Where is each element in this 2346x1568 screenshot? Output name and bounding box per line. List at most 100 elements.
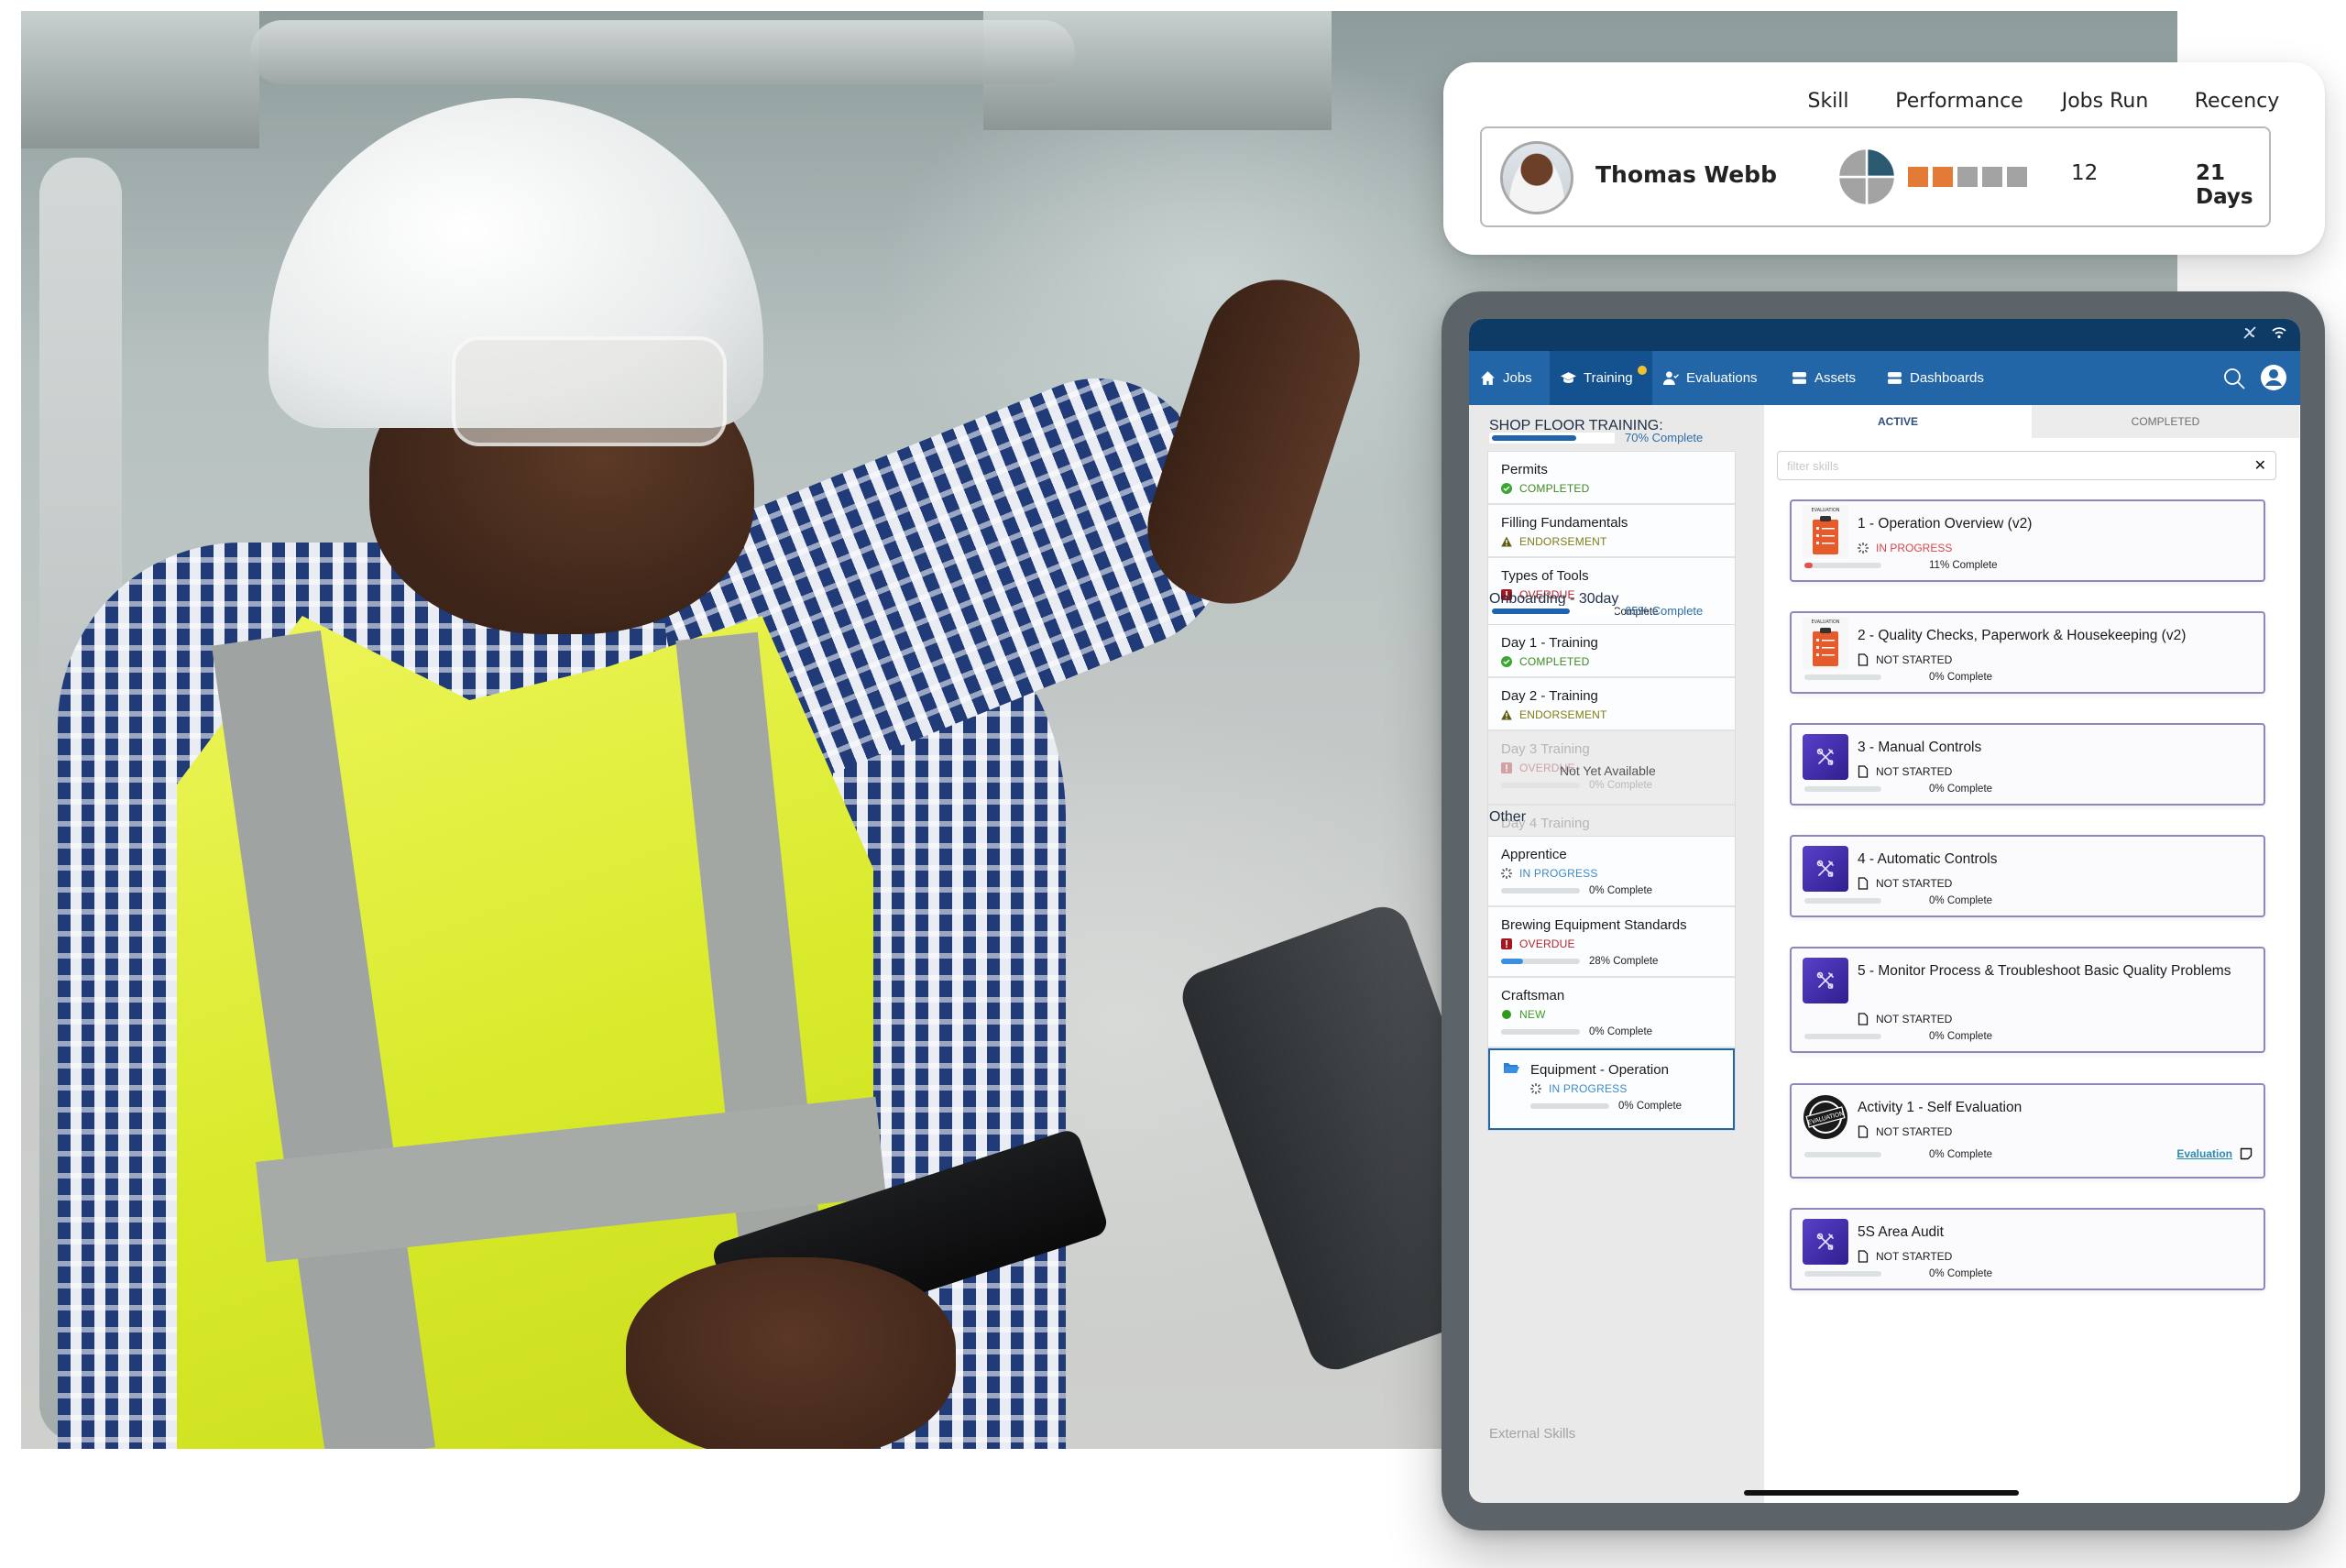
- skill-card[interactable]: EVALUATION Activity 1 - Self Evaluation NO…: [1790, 1083, 2265, 1179]
- progress-track: [1501, 783, 1580, 788]
- svg-text:EVALUATION: EVALUATION: [1811, 620, 1839, 625]
- warning-icon: [1501, 536, 1512, 547]
- document-icon: [1858, 1250, 1869, 1263]
- alert-square-icon: [1501, 762, 1512, 773]
- progress-label: 0% Complete: [1929, 1031, 1993, 1042]
- worker-card-headers: Skill Performance Jobs Run Recency: [1443, 90, 2325, 117]
- section-title: Other: [1489, 809, 1527, 825]
- user-profile-icon[interactable]: [2260, 364, 2287, 391]
- svg-text:EVALUATION: EVALUATION: [1811, 508, 1839, 513]
- nav-label: Training: [1584, 370, 1633, 386]
- skill-card-progress: 0% Complete: [1804, 895, 1992, 906]
- search-icon[interactable]: [2221, 366, 2247, 391]
- skill-list-item[interactable]: Day 2 - Training ENDORSEMENT: [1488, 678, 1735, 731]
- skill-list-item[interactable]: Filling Fundamentals ENDORSEMENT: [1488, 505, 1735, 558]
- note-icon[interactable]: [2240, 1147, 2253, 1160]
- skill-status-text: ENDORSEMENT: [1519, 708, 1607, 721]
- skill-card[interactable]: EVALUATION 2 - Quality Checks, Paperwork …: [1790, 611, 2265, 694]
- clear-filter-button[interactable]: ✕: [2254, 456, 2266, 475]
- skill-name: Day 4 Training: [1501, 816, 1590, 831]
- skill-name: Day 1 - Training: [1501, 635, 1598, 651]
- nav-label: Jobs: [1503, 370, 1532, 386]
- progress-label: 0% Complete: [1929, 895, 1993, 906]
- skill-list-item[interactable]: Apprentice IN PROGRESS 0% Complete: [1488, 837, 1735, 907]
- skill-status: COMPLETED: [1501, 654, 1722, 669]
- progress-track: [1501, 1029, 1580, 1035]
- skill-list-item: Day 3 Training OVERDUE Not Yet Available 0%…: [1488, 731, 1735, 806]
- evaluation-link[interactable]: Evaluation: [2176, 1147, 2232, 1160]
- tab-active[interactable]: ACTIVE: [1764, 405, 2032, 438]
- progress-label: 0% Complete: [1929, 784, 1993, 795]
- skill-status: ENDORSEMENT: [1501, 534, 1722, 549]
- nav-assets[interactable]: Assets: [1781, 351, 1867, 405]
- skill-list-item[interactable]: Day 1 - Training COMPLETED: [1488, 625, 1735, 678]
- skill-card-progress: 0% Complete: [1804, 1149, 1992, 1160]
- section-progress-fill: [1492, 435, 1576, 441]
- skill-list-item[interactable]: Equipment - Operation IN PROGRESS 0% Compl…: [1488, 1048, 1735, 1130]
- skill-list-item[interactable]: Brewing Equipment Standards OVERDUE 28% Co…: [1488, 907, 1735, 978]
- progress-track: [1804, 898, 1881, 904]
- document-icon: [1858, 1125, 1869, 1138]
- main-nav: Jobs Training Evaluations Assets Dashboa…: [1469, 351, 2300, 405]
- nav-training[interactable]: Training: [1550, 351, 1652, 405]
- performance-segment: [1957, 167, 1978, 187]
- skill-card-status-text: IN PROGRESS: [1876, 542, 1953, 554]
- skill-list-item[interactable]: Craftsman NEW 0% Complete: [1488, 978, 1735, 1048]
- tablet-device: Jobs Training Evaluations Assets Dashboa…: [1442, 291, 2325, 1530]
- skill-card-status-text: NOT STARTED: [1876, 765, 1953, 778]
- skill-list-item[interactable]: Permits COMPLETED: [1488, 452, 1735, 505]
- avatar: [1500, 141, 1573, 214]
- worker-row[interactable]: Thomas Webb 12 21 Days: [1480, 126, 2271, 227]
- check-circle-icon: [1501, 483, 1512, 494]
- server-icon: [1792, 372, 1806, 384]
- nav-dashboards[interactable]: Dashboards: [1876, 351, 1995, 405]
- filter-skills-input[interactable]: [1778, 452, 2218, 479]
- skill-quadrant: [1865, 175, 1897, 207]
- skill-name: Permits: [1501, 462, 1548, 477]
- skill-card[interactable]: 5 - Monitor Process & Troubleshoot Basic…: [1790, 947, 2265, 1053]
- skill-card[interactable]: 4 - Automatic Controls NOT STARTED 0% Comp…: [1790, 835, 2265, 917]
- performance-segment: [1982, 167, 2002, 187]
- tab-completed[interactable]: COMPLETED: [2032, 405, 2299, 438]
- progress-label: 0% Complete: [1618, 1101, 1683, 1112]
- tools-icon: [1803, 846, 1848, 892]
- skill-progress: 0% Complete: [1501, 883, 1722, 898]
- worker-name: Thomas Webb: [1595, 161, 1777, 188]
- tools-icon: [1803, 734, 1848, 780]
- external-skills-label[interactable]: External Skills: [1489, 1426, 1575, 1442]
- training-sidebar: SHOP FLOOR TRAINING: 70% Complete Permits C…: [1469, 405, 1764, 1503]
- skill-card[interactable]: 3 - Manual Controls NOT STARTED 0% Complet…: [1790, 723, 2265, 806]
- skill-card-status-text: NOT STARTED: [1876, 1013, 1953, 1025]
- skill-card-progress: 0% Complete: [1804, 1031, 1992, 1042]
- nav-jobs[interactable]: Jobs: [1469, 351, 1543, 405]
- server-icon: [1888, 372, 1902, 384]
- skill-card[interactable]: EVALUATION 1 - Operation Overview (v2) IN …: [1790, 499, 2265, 582]
- home-icon: [1481, 371, 1495, 385]
- skill-name: Types of Tools: [1501, 568, 1589, 584]
- progress-track: [1804, 1271, 1881, 1277]
- nav-label: Dashboards: [1910, 370, 1984, 386]
- progress-track: [1804, 674, 1881, 680]
- skill-card-status-text: NOT STARTED: [1876, 877, 1953, 890]
- progress-label: 0% Complete: [1589, 780, 1653, 791]
- skill-status: ENDORSEMENT: [1501, 707, 1722, 722]
- photo-goggles: [452, 336, 727, 446]
- wifi-icon: [2272, 327, 2286, 339]
- skill-card-progress: 11% Complete: [1804, 560, 1998, 571]
- skill-status-text: NEW: [1519, 1008, 1546, 1021]
- nav-evaluations[interactable]: Evaluations: [1652, 351, 1769, 405]
- skill-quadrant: [1865, 147, 1897, 179]
- signal-off-icon: [2243, 326, 2256, 339]
- skill-status: COMPLETED: [1501, 481, 1722, 496]
- progress-track: [1804, 1152, 1881, 1157]
- skill-card[interactable]: 5S Area Audit NOT STARTED 0% Complete: [1790, 1208, 2265, 1290]
- progress-fill: [1804, 563, 1814, 568]
- skill-status-text: OVERDUE: [1519, 938, 1575, 950]
- skill-quadrant: [1836, 175, 1869, 207]
- skill-name: Craftsman: [1501, 988, 1565, 1003]
- progress-track: [1804, 786, 1881, 792]
- skill-card-status-text: NOT STARTED: [1876, 653, 1953, 666]
- home-indicator: [1744, 1490, 2019, 1496]
- progress-label: 0% Complete: [1589, 885, 1653, 896]
- skill-card-title: 4 - Automatic Controls: [1858, 851, 1998, 867]
